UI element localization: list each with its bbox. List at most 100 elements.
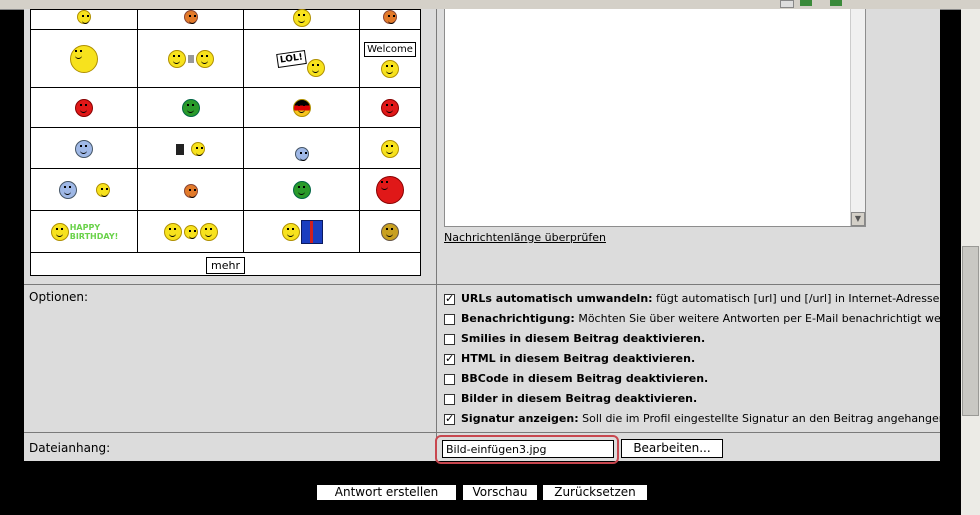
preview-button[interactable]: Vorschau bbox=[462, 484, 538, 501]
red-smiley-icon[interactable] bbox=[75, 99, 93, 118]
smiley-cell[interactable] bbox=[137, 127, 244, 169]
smiley-cell[interactable]: HAPPY BIRTHDAY! bbox=[30, 210, 138, 253]
column-divider bbox=[436, 9, 437, 461]
blue-smiley-icon[interactable] bbox=[294, 147, 309, 161]
smiley-cell[interactable] bbox=[359, 87, 421, 128]
smiley-cell[interactable] bbox=[359, 210, 421, 253]
option-row[interactable]: URLs automatisch umwandeln: fügt automat… bbox=[444, 292, 970, 305]
smiley-cell[interactable] bbox=[359, 168, 421, 211]
smiley-cell[interactable] bbox=[359, 9, 421, 30]
page-scrollbar[interactable] bbox=[961, 9, 980, 515]
orange-smiley-icon[interactable] bbox=[183, 183, 198, 198]
singer-smiley-icon[interactable] bbox=[183, 225, 198, 240]
smiley-cell[interactable] bbox=[137, 168, 244, 211]
check-length-link[interactable]: Nachrichtenlänge überprüfen bbox=[444, 231, 606, 244]
smilies-cell: LOL! Welcome HAPPY BIRTHDAY! mehr bbox=[24, 8, 436, 284]
smiley-cell[interactable] bbox=[243, 127, 360, 169]
page-scrollbar-thumb[interactable] bbox=[962, 246, 979, 416]
smiley-icon[interactable] bbox=[292, 8, 311, 27]
red-smiley-icon[interactable] bbox=[381, 99, 399, 118]
birthday-line2: BIRTHDAY! bbox=[69, 232, 119, 242]
band-smiley-icon[interactable] bbox=[163, 223, 182, 242]
row-divider bbox=[24, 284, 940, 285]
smiley-cell[interactable] bbox=[243, 87, 360, 128]
toolbar-icon bbox=[800, 0, 812, 6]
row-divider bbox=[24, 432, 940, 433]
option-row[interactable]: Bilder in diesem Beitrag deaktivieren. bbox=[444, 392, 697, 405]
option-row[interactable]: Smilies in diesem Beitrag deaktivieren. bbox=[444, 332, 705, 345]
thumbsup-smiley-icon[interactable] bbox=[75, 139, 93, 158]
attachment-label: Dateianhang: bbox=[29, 441, 111, 455]
more-smilies-cell: mehr bbox=[30, 252, 421, 276]
textarea-scrollbar[interactable]: ▼ bbox=[850, 9, 865, 226]
option-checkbox[interactable] bbox=[444, 292, 455, 305]
lol-sign-icon[interactable]: LOL! bbox=[276, 49, 307, 68]
wave-smiley-icon[interactable] bbox=[381, 139, 399, 158]
post-form-panel: LOL! Welcome HAPPY BIRTHDAY! mehr ▼ Nach… bbox=[24, 8, 980, 464]
smiley-icon[interactable] bbox=[383, 9, 397, 24]
beer-icon bbox=[175, 143, 184, 155]
helmet-smiley-icon[interactable] bbox=[58, 181, 77, 200]
smiley-cell[interactable] bbox=[137, 210, 244, 253]
smiley-cell[interactable] bbox=[137, 87, 244, 128]
party-smiley-icon[interactable] bbox=[50, 223, 69, 242]
option-title: HTML in diesem Beitrag deaktivieren. bbox=[461, 352, 696, 365]
reset-button[interactable]: Zurücksetzen bbox=[542, 484, 648, 501]
green-smiley-icon[interactable] bbox=[292, 181, 311, 200]
option-row[interactable]: BBCode in diesem Beitrag deaktivieren. bbox=[444, 372, 708, 385]
smiley-cell[interactable] bbox=[30, 29, 138, 88]
present-smiley-icon[interactable] bbox=[281, 222, 300, 241]
option-checkbox[interactable] bbox=[444, 352, 455, 365]
welcome-smiley-icon[interactable] bbox=[381, 59, 399, 78]
option-checkbox[interactable] bbox=[444, 373, 455, 385]
smilies-table: LOL! Welcome HAPPY BIRTHDAY! mehr bbox=[30, 8, 421, 276]
cheers-smiley-icon[interactable] bbox=[167, 50, 186, 69]
toolbar-icon bbox=[780, 0, 794, 8]
smiley-cell[interactable] bbox=[30, 9, 138, 30]
smiley-cell[interactable]: Welcome bbox=[359, 29, 421, 88]
smiley-icon[interactable] bbox=[190, 142, 205, 156]
mug-icon bbox=[187, 55, 194, 64]
submit-reply-button[interactable]: Antwort erstellen bbox=[316, 484, 457, 501]
cheers-smiley-icon[interactable] bbox=[195, 50, 214, 69]
scroll-down-arrow-icon[interactable]: ▼ bbox=[851, 212, 865, 226]
smiley-icon[interactable] bbox=[381, 223, 399, 242]
smiley-cell[interactable] bbox=[243, 210, 360, 253]
option-title: Smilies in diesem Beitrag deaktivieren. bbox=[461, 332, 706, 345]
browse-button[interactable]: Bearbeiten... bbox=[621, 439, 723, 458]
smiley-cell[interactable] bbox=[137, 9, 244, 30]
more-smilies-button[interactable]: mehr bbox=[206, 257, 245, 274]
germany-smiley-icon[interactable] bbox=[292, 99, 311, 118]
smiley-cell[interactable] bbox=[359, 127, 421, 169]
green-smiley-icon[interactable] bbox=[181, 99, 200, 118]
message-textarea[interactable]: ▼ bbox=[444, 9, 866, 227]
devil-smiley-icon[interactable] bbox=[376, 175, 404, 204]
smiley-cell[interactable] bbox=[137, 29, 244, 88]
birthday-line1: HAPPY bbox=[69, 223, 101, 233]
option-row[interactable]: Benachrichtigung: Möchten Sie über weite… bbox=[444, 312, 972, 325]
smiley-icon[interactable] bbox=[183, 9, 198, 24]
option-checkbox[interactable] bbox=[444, 412, 455, 425]
smiley-cell[interactable]: LOL! bbox=[243, 29, 360, 88]
smiley-cell[interactable] bbox=[30, 168, 138, 211]
option-description: Soll die im Profil eingestellte Signatur… bbox=[578, 412, 980, 425]
option-description: Möchten Sie über weitere Antworten per E… bbox=[574, 312, 972, 325]
option-row[interactable]: HTML in diesem Beitrag deaktivieren. bbox=[444, 352, 695, 365]
bunny-smiley-icon[interactable] bbox=[70, 44, 98, 73]
option-title: Bilder in diesem Beitrag deaktivieren. bbox=[461, 392, 698, 405]
option-checkbox[interactable] bbox=[444, 313, 455, 325]
toolbar-icon bbox=[830, 0, 842, 6]
option-checkbox[interactable] bbox=[444, 393, 455, 405]
smiley-cell[interactable] bbox=[243, 168, 360, 211]
option-checkbox[interactable] bbox=[444, 333, 455, 345]
smiley-icon[interactable] bbox=[77, 9, 91, 24]
smiley-cell[interactable] bbox=[30, 87, 138, 128]
option-row[interactable]: Signatur anzeigen: Soll die im Profil ei… bbox=[444, 412, 980, 425]
smiley-cell[interactable] bbox=[30, 127, 138, 169]
welcome-sign-icon[interactable]: Welcome bbox=[364, 42, 416, 58]
smiley-icon[interactable] bbox=[95, 183, 110, 198]
guitar-smiley-icon[interactable] bbox=[199, 223, 218, 242]
smiley-cell[interactable] bbox=[243, 8, 360, 30]
attachment-file-input[interactable] bbox=[442, 440, 614, 458]
lol-smiley-icon[interactable] bbox=[306, 58, 325, 77]
